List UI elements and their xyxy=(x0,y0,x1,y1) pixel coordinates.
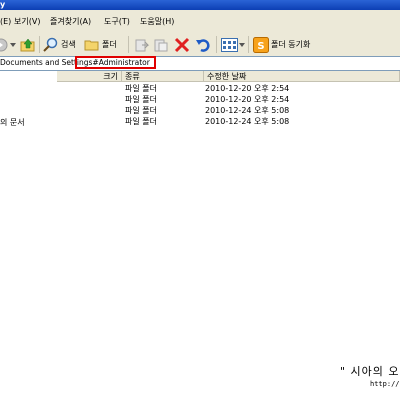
toolbar-separator xyxy=(39,36,40,53)
search-label: 검색 xyxy=(61,40,76,49)
menu-bar: (E) 보기(V) 즐겨찾기(A) 도구(T) 도움말(H) xyxy=(0,10,400,34)
search-icon xyxy=(43,37,58,52)
column-header-size[interactable]: 크기 xyxy=(57,71,122,82)
folder-up-icon xyxy=(20,38,35,51)
table-row[interactable]: 파일 폴더 2010-12-24 오후 5:08 xyxy=(57,105,400,116)
column-header-modified[interactable]: 수정한 날짜 xyxy=(204,71,400,82)
copy-to-button[interactable] xyxy=(153,36,169,53)
views-icon xyxy=(221,37,238,52)
history-dropdown[interactable] xyxy=(10,36,16,53)
delete-button[interactable] xyxy=(174,36,190,53)
move-to-icon xyxy=(135,39,150,51)
row-type: 파일 폴더 xyxy=(125,117,157,126)
window-title: y xyxy=(0,0,6,9)
menu-view[interactable]: 보기(V) xyxy=(14,17,40,27)
toolbar-separator xyxy=(128,36,129,53)
sync-icon: S xyxy=(253,36,269,53)
watermark-text: " 시아의 오 xyxy=(340,365,400,378)
delete-icon xyxy=(174,37,190,52)
undo-icon xyxy=(196,38,210,52)
menu-favorites[interactable]: 즐겨찾기(A) xyxy=(50,17,91,27)
row-modified: 2010-12-24 오후 5:08 xyxy=(205,117,290,126)
folders-label: 폴더 xyxy=(102,40,117,49)
folders-button[interactable]: 폴더 xyxy=(84,36,117,53)
folder-icon xyxy=(84,40,99,50)
address-input[interactable]: Documents and Settings#Administrator xyxy=(0,56,400,71)
folder-sync-button[interactable]: S 폴더 동기화 xyxy=(253,36,310,53)
toolbar-separator xyxy=(248,36,249,53)
dropdown-arrow-icon xyxy=(239,42,245,47)
move-to-button[interactable] xyxy=(134,36,150,53)
title-bar: y xyxy=(0,0,400,10)
watermark-url: http://sio xyxy=(370,380,400,388)
folder-sync-label: 폴더 동기화 xyxy=(271,40,311,49)
menu-tools[interactable]: 도구(T) xyxy=(104,17,130,27)
dropdown-arrow-icon xyxy=(10,42,16,47)
table-row[interactable]: 파일 폴더 2010-12-20 오후 2:54 xyxy=(57,83,400,94)
highlight-box xyxy=(75,56,156,69)
row-type: 파일 폴더 xyxy=(125,84,157,93)
menu-help[interactable]: 도움말(H) xyxy=(140,17,174,27)
menu-edit[interactable]: (E) xyxy=(0,17,11,27)
svg-text:S: S xyxy=(257,41,264,52)
row-type: 파일 폴더 xyxy=(125,106,157,115)
file-list: 크기 종류 수정한 날짜 파일 폴더 2010-12-20 오후 2:54 파일… xyxy=(57,71,400,400)
row-modified: 2010-12-20 오후 2:54 xyxy=(205,95,290,104)
search-button[interactable]: 검색 xyxy=(43,36,76,53)
folder-tree-pane: 의 문서 xyxy=(0,71,57,400)
row-modified: 2010-12-24 오후 5:08 xyxy=(205,106,290,115)
forward-button[interactable] xyxy=(0,36,8,53)
toolbar-separator xyxy=(216,36,217,53)
up-button[interactable] xyxy=(20,36,36,53)
table-row[interactable]: 파일 폴더 2010-12-20 오후 2:54 xyxy=(57,94,400,105)
address-bar: Documents and Settings#Administrator xyxy=(0,56,400,71)
table-row[interactable]: 파일 폴더 2010-12-24 오후 5:08 xyxy=(57,116,400,127)
row-modified: 2010-12-20 오후 2:54 xyxy=(205,84,290,93)
undo-button[interactable] xyxy=(195,36,211,53)
copy-to-icon xyxy=(154,39,168,51)
toolbar: 검색 폴더 S 폴더 동기화 xyxy=(0,33,400,57)
views-button[interactable] xyxy=(221,36,245,53)
tree-item-my-documents[interactable]: 의 문서 xyxy=(0,118,25,128)
column-header-type[interactable]: 종류 xyxy=(122,71,204,82)
row-type: 파일 폴더 xyxy=(125,95,157,104)
forward-icon xyxy=(0,38,8,51)
